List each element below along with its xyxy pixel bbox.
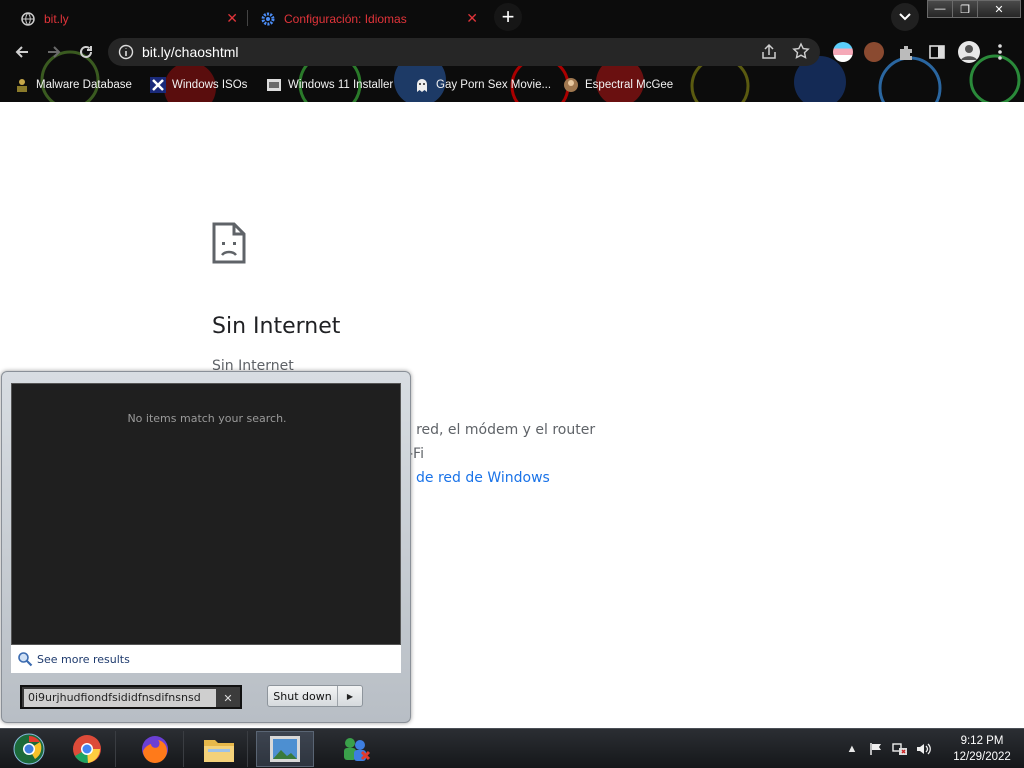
search-results-pane: No items match your search.	[11, 383, 401, 645]
address-bar[interactable]: bit.ly/chaoshtml	[108, 38, 820, 66]
side-panel-icon[interactable]	[927, 42, 947, 62]
show-hidden-icons-icon[interactable]: ▲	[844, 741, 860, 757]
bookmark-star-icon[interactable]	[792, 42, 810, 60]
start-orb-button[interactable]	[0, 731, 58, 767]
tab-separator	[247, 10, 248, 26]
taskbar-file-explorer[interactable]	[190, 731, 248, 767]
shutdown-options-arrow-icon[interactable]: ▶	[338, 686, 362, 706]
close-tab-icon[interactable]: ✕	[466, 11, 478, 25]
volume-icon[interactable]	[916, 741, 932, 757]
taskbar-network-people[interactable]	[326, 731, 384, 767]
bookmark-espectral-mcgee[interactable]: Espectral McGee	[563, 75, 673, 95]
ghost-icon	[414, 77, 430, 93]
x-logo-icon	[150, 77, 166, 93]
see-more-label: See more results	[37, 652, 130, 666]
magnifier-icon	[18, 652, 33, 667]
see-more-results-link[interactable]: See more results	[17, 651, 130, 667]
avatar-icon	[563, 77, 579, 93]
gear-icon	[260, 11, 276, 27]
tab-strip: bit.ly ✕ Configuración: Idiomas ✕ + — ❐ …	[0, 0, 1024, 34]
folder-icon	[203, 740, 234, 762]
info-icon[interactable]	[118, 44, 134, 60]
profile-avatar-icon[interactable]	[958, 41, 980, 63]
extension-avatar-icon[interactable]	[864, 42, 884, 62]
back-button[interactable]	[10, 40, 34, 64]
start-orb-icon	[13, 733, 45, 765]
search-input[interactable]: 0i9urjhudfiondfsididfnsdifnsnsd	[24, 689, 216, 707]
tab-title: Configuración: Idiomas	[284, 11, 407, 26]
bookmark-label: Malware Database	[36, 79, 132, 91]
extensions-puzzle-icon[interactable]	[896, 42, 916, 62]
clock-time: 9:12 PM	[960, 735, 1004, 747]
taskbar-firefox[interactable]	[126, 731, 184, 767]
bookmark-user-icon	[14, 77, 30, 93]
browser-chrome: bit.ly ✕ Configuración: Idiomas ✕ + — ❐ …	[0, 0, 1024, 102]
clock[interactable]: 9:12 PM 12/29/2022	[944, 733, 1020, 765]
bookmark-video-site[interactable]: Gay Porn Sex Movie...	[414, 75, 551, 95]
bookmark-label: Espectral McGee	[585, 79, 674, 91]
chevron-down-icon	[899, 13, 911, 21]
start-search-box[interactable]: 0i9urjhudfiondfsididfnsdifnsnsd ✕	[20, 685, 242, 709]
bookmark-label: Windows ISOs	[172, 79, 248, 91]
bookmark-windows-isos[interactable]: Windows ISOs	[150, 75, 247, 95]
close-tab-icon[interactable]: ✕	[226, 11, 238, 25]
close-window-button[interactable]: ✕	[977, 0, 1021, 18]
new-tab-button[interactable]: +	[494, 3, 522, 31]
clear-search-icon[interactable]: ✕	[218, 689, 238, 707]
page-title: Sin Internet	[212, 314, 341, 339]
shutdown-button[interactable]: Shut down	[268, 686, 338, 706]
bookmark-windows-11-installer[interactable]: Windows 11 Installer	[266, 75, 393, 95]
start-menu: No items match your search. See more res…	[1, 371, 411, 723]
firefox-icon	[141, 736, 168, 763]
extension-flag-icon[interactable]	[833, 42, 853, 62]
url-text[interactable]: bit.ly/chaoshtml	[142, 44, 238, 60]
network-people-icon	[344, 738, 371, 761]
taskbar: ▲ 9:12 PM 12/29/2022	[0, 728, 1024, 768]
menu-kebab-icon[interactable]	[990, 42, 1010, 62]
arrow-left-icon	[15, 46, 28, 58]
taskbar-image-viewer[interactable]	[256, 731, 314, 767]
arrow-right-icon	[48, 46, 61, 58]
network-icon[interactable]	[892, 741, 908, 757]
installer-icon	[266, 77, 282, 93]
sad-document-icon	[212, 222, 246, 264]
action-center-flag-icon[interactable]	[868, 741, 884, 757]
bookmark-label: Windows 11 Installer	[288, 79, 394, 91]
taskbar-chrome[interactable]	[58, 731, 116, 767]
forward-button[interactable]	[42, 40, 66, 64]
minimize-button[interactable]: —	[927, 0, 953, 18]
suggestion-line: e red, el módem y el router	[403, 422, 596, 438]
network-diagnostics-link[interactable]: o de red de Windows	[403, 470, 550, 486]
clock-date: 12/29/2022	[953, 751, 1011, 763]
reload-icon	[80, 45, 92, 58]
picture-icon	[270, 736, 300, 762]
tab-bitly[interactable]: bit.ly ✕	[10, 3, 246, 34]
chrome-icon	[72, 735, 101, 764]
bookmark-label: Gay Porn Sex Movie...	[436, 79, 552, 91]
bookmarks-bar: Malware Database Windows ISOs Windows 11…	[0, 72, 1024, 98]
tab-settings-languages[interactable]: Configuración: Idiomas ✕	[250, 3, 486, 34]
tab-search-button[interactable]	[891, 3, 919, 31]
no-results-message: No items match your search.	[127, 412, 287, 425]
reload-button[interactable]	[74, 40, 98, 64]
maximize-button[interactable]: ❐	[952, 0, 978, 18]
see-more-bar: See more results	[11, 645, 401, 673]
tab-title: bit.ly	[44, 11, 69, 26]
share-icon[interactable]	[760, 43, 778, 61]
system-tray: ▲ 9:12 PM 12/29/2022	[840, 729, 1024, 768]
shutdown-button-group: Shut down ▶	[267, 685, 363, 707]
globe-icon	[20, 11, 36, 27]
bookmark-malware-database[interactable]: Malware Database	[14, 75, 132, 95]
browser-toolbar: bit.ly/chaoshtml	[0, 36, 1024, 68]
